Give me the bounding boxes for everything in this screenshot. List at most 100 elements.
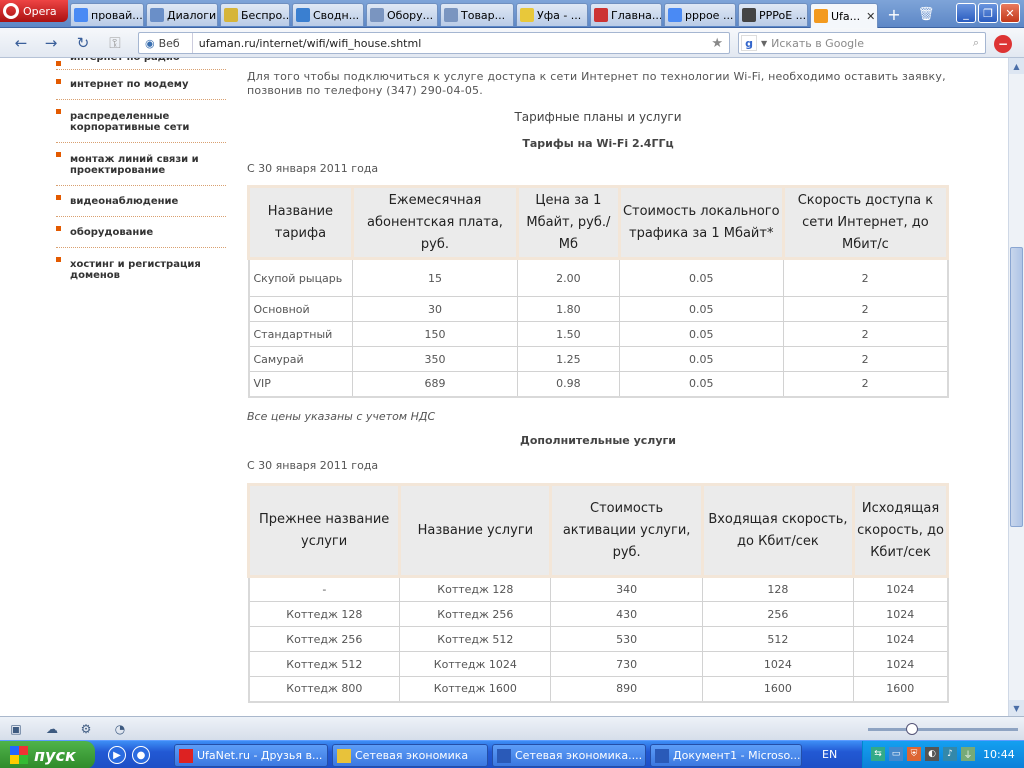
browser-tab[interactable]: Беспро... (220, 3, 290, 26)
intro-text: Для того чтобы подключиться к услуге дос… (247, 70, 946, 97)
table-cell: 0.05 (618, 371, 784, 397)
tray-antivirus-icon[interactable]: ◐ (925, 747, 939, 761)
clock: 10:44 (983, 748, 1015, 761)
globe-icon: ◉ (145, 36, 155, 50)
opera-menu-button[interactable]: Opera (0, 0, 68, 22)
table-cell: 1.50 (517, 321, 620, 347)
sidebar-item-installation[interactable]: монтаж линий связи и проектирование (56, 143, 226, 186)
browser-tab[interactable]: pppoe ... (664, 3, 736, 26)
tray-network-icon[interactable]: ⇆ (871, 747, 885, 761)
cloud-icon[interactable]: ☁ (44, 721, 60, 737)
key-icon[interactable]: ⚿ (104, 33, 126, 53)
scrollbar-thumb[interactable] (1010, 247, 1023, 527)
system-tray: ⇆ ▭ ⛨ ◐ ♪ ⏚ 10:44 (862, 741, 1024, 768)
column-header: Стоимость активации услуги, руб. (549, 483, 704, 578)
table-row: Коттедж 128 Коттедж 256 430 256 1024 (247, 601, 948, 627)
back-icon[interactable]: ← (10, 33, 32, 53)
language-indicator[interactable]: EN (822, 748, 837, 761)
sidebar-item-corporate[interactable]: распределенные корпоративные сети (56, 100, 226, 143)
tab-label: провай... (91, 8, 143, 22)
panel-toggle-icon[interactable]: ▣ (8, 721, 24, 737)
browser-tab[interactable]: провай... (70, 3, 144, 26)
table-row: Коттедж 512 Коттедж 1024 730 1024 1024 (247, 651, 948, 677)
tab-label: Обору... (387, 8, 434, 22)
trash-icon[interactable]: 🗑 (914, 3, 938, 25)
browser-tab[interactable]: Уфа - ... (516, 3, 588, 26)
table-cell: 430 (550, 601, 703, 627)
sidebar-item-video[interactable]: видеонаблюдение (56, 186, 226, 217)
network-icon[interactable]: ⚙ (78, 721, 94, 737)
scroll-up-icon[interactable]: ▲ (1009, 58, 1024, 74)
tariffs-title: Тарифы на Wi-Fi 2.4ГГц (522, 137, 674, 150)
table-cell: 0.05 (618, 346, 784, 372)
browser-tab[interactable]: Обору... (366, 3, 438, 26)
address-bar[interactable]: ◉ Веб ufaman.ru/internet/wifi/wifi_house.… (138, 32, 730, 54)
column-header: Исходящая скорость, до Кбит/сек (852, 483, 949, 578)
start-button[interactable]: пуск (0, 741, 95, 768)
taskbar-task[interactable]: UfaNet.ru - Друзья в... (174, 744, 328, 767)
tab-label: pppoe ... (685, 8, 734, 22)
wikipedia-icon (742, 8, 756, 22)
tray-display-icon[interactable]: ▭ (889, 747, 903, 761)
bookmark-star-icon[interactable]: ★ (711, 36, 723, 51)
table-cell: Скупой рыцарь (248, 258, 353, 297)
table-row: Скупой рыцарь 15 2.00 0.05 2 (248, 258, 949, 297)
address-url[interactable]: ufaman.ru/internet/wifi/wifi_house.shtml (193, 37, 422, 50)
zoom-slider[interactable] (868, 723, 1018, 735)
table-cell: 1024 (853, 601, 948, 627)
table-cell: 350 (351, 346, 519, 372)
browser-tab[interactable]: Товар... (440, 3, 514, 26)
table-cell: 1024 (853, 651, 948, 677)
table-cell: 0.05 (618, 321, 784, 347)
taskbar-task[interactable]: Сетевая экономика (332, 744, 488, 767)
scroll-down-icon[interactable]: ▼ (1009, 700, 1024, 716)
tab-label: Главна... (611, 8, 662, 22)
reload-icon[interactable]: ↻ (72, 33, 94, 53)
zoom-knob[interactable] (906, 723, 918, 735)
close-tab-icon[interactable]: ✕ (863, 10, 875, 23)
speed-dial-icon[interactable]: ◔ (112, 721, 128, 737)
sidebar-item-equipment[interactable]: оборудование (56, 217, 226, 248)
taskbar-task[interactable]: Сетевая экономика.... (492, 744, 646, 767)
sidebar-item-radio[interactable]: интернет по радио (56, 58, 226, 70)
stop-icon[interactable]: − (994, 35, 1012, 53)
taskbar-task[interactable]: Документ1 - Microso... (650, 744, 802, 767)
table-cell: 256 (701, 601, 855, 627)
start-label: пуск (34, 745, 76, 765)
close-window-button[interactable]: ✕ (1000, 3, 1020, 23)
column-header: Цена за 1 Мбайт, руб./Мб (516, 185, 621, 260)
table-cell: Основной (248, 296, 353, 322)
new-tab-button[interactable]: + (882, 3, 906, 25)
address-label: ◉ Веб (139, 33, 193, 53)
tray-volume-icon[interactable]: ♪ (943, 747, 957, 761)
media-player-icon[interactable]: ▶ (108, 746, 126, 764)
browser-tab[interactable]: Диалоги (146, 3, 218, 26)
search-field[interactable]: g ▼ Искать в Google ⌕ (738, 32, 986, 54)
restore-button[interactable]: ❐ (978, 3, 998, 23)
tariffs-date: С 30 января 2011 года (247, 162, 379, 175)
minimize-button[interactable]: _ (956, 3, 976, 23)
forward-icon[interactable]: → (40, 33, 62, 53)
tray-shield-icon[interactable]: ⛨ (907, 747, 921, 761)
browser-tab[interactable]: PPPoE ... (738, 3, 808, 26)
taskbar-task-label: Документ1 - Microso... (673, 749, 801, 762)
table-cell: 689 (351, 371, 519, 397)
search-icon[interactable]: ⌕ (973, 36, 979, 50)
sidebar-item-modem[interactable]: интернет по модему (56, 70, 226, 100)
table-cell: 150 (351, 321, 519, 347)
browser-tab[interactable]: Ufa... ✕ (810, 3, 878, 28)
tray-usb-icon[interactable]: ⏚ (961, 747, 975, 761)
chevron-down-icon[interactable]: ▼ (761, 39, 767, 48)
browser-tab[interactable]: Главна... (590, 3, 662, 26)
table-cell: 0.05 (618, 258, 784, 297)
table-cell: Коттедж 256 (399, 601, 552, 627)
sidebar-item-hosting[interactable]: хостинг и регистрация доменов (56, 248, 226, 290)
media-icon[interactable]: ● (132, 746, 150, 764)
table-cell: 512 (701, 626, 855, 652)
column-header: Название услуги (398, 483, 553, 578)
table-icon (296, 8, 310, 22)
browser-tab[interactable]: Сводн... (292, 3, 364, 26)
table-cell: 2 (782, 346, 949, 372)
table-cell: 1.80 (517, 296, 620, 322)
vertical-scrollbar[interactable]: ▲ ▼ (1008, 58, 1024, 716)
